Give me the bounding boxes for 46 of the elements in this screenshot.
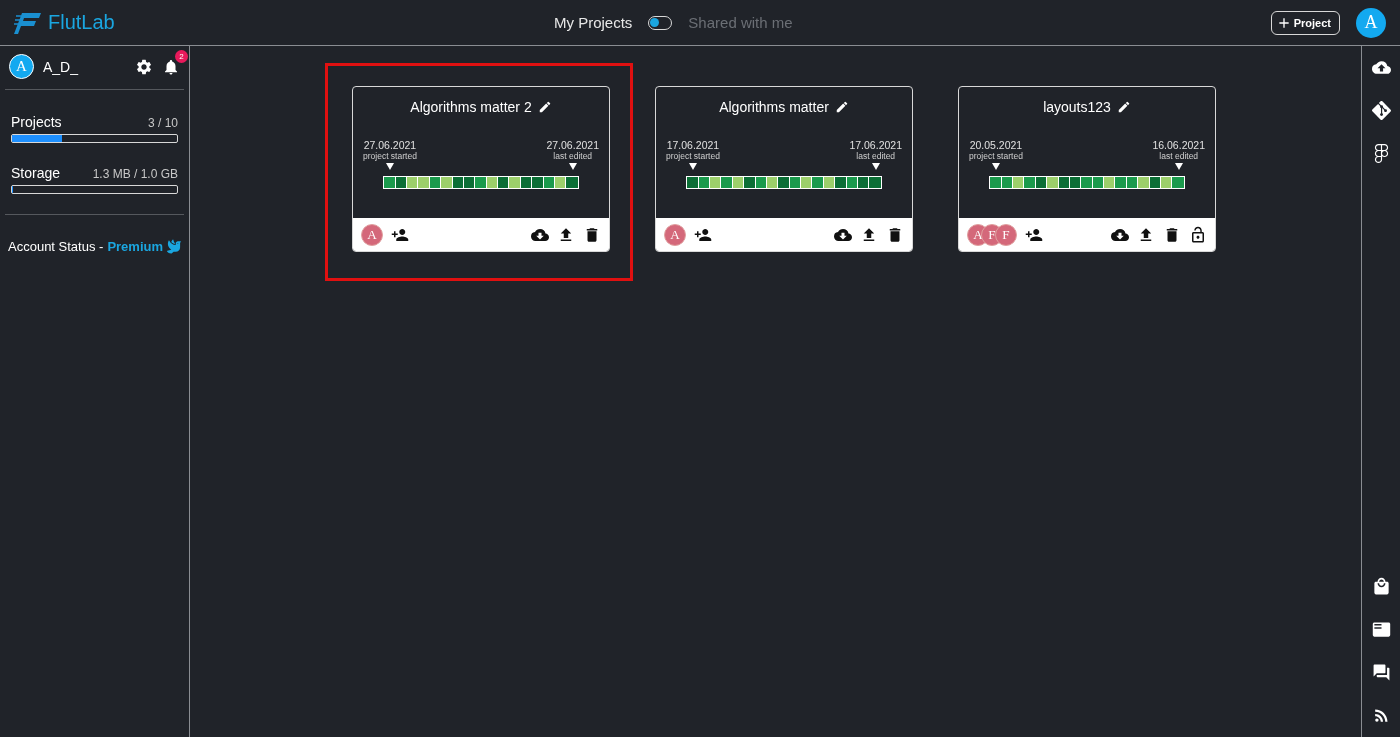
quota-value: 1.3 MB / 1.0 GB (92, 167, 178, 181)
collaborator-avatar: A (361, 223, 383, 246)
collaborator-avatar: F (995, 223, 1017, 246)
project-title: Algorithms matter 2 (410, 99, 532, 115)
marker-icon (568, 163, 577, 170)
start-date: 27.06.2021 (363, 139, 417, 151)
marker-icon (1174, 163, 1183, 170)
date-caption: project started (969, 151, 1023, 161)
view-tab[interactable]: My Projects (554, 14, 633, 31)
date-caption: project started (666, 151, 720, 161)
project-title: Algorithms matter (719, 99, 829, 115)
account-status-label: Account Status - (8, 239, 104, 254)
edit-icon[interactable] (537, 100, 552, 114)
bird-icon (167, 239, 181, 254)
start-date: 20.05.2021 (969, 139, 1023, 151)
start-date: 17.06.2021 (666, 139, 720, 151)
marker-icon (385, 163, 394, 170)
edit-date: 17.06.2021 (849, 139, 902, 151)
date-caption: project started (363, 151, 417, 161)
edit-date: 16.06.2021 (1152, 139, 1205, 151)
account-status-value: Premium (107, 239, 164, 254)
user-name: A_D_ (43, 58, 80, 75)
date-caption: last edited (1159, 151, 1199, 161)
marker-icon (871, 163, 880, 170)
logo-text: FlutLab (48, 11, 115, 34)
project-card[interactable]: layouts123 20.05.2021 project started 16.06.2021 last edited A F F (958, 86, 1216, 252)
quota-label: Storage (11, 165, 61, 181)
bell-icon[interactable] (162, 57, 180, 76)
unlocked-icon[interactable] (1189, 225, 1207, 244)
new-project-button[interactable]: Project (1270, 10, 1340, 35)
date-caption: last edited (856, 151, 896, 161)
edit-icon[interactable] (1116, 100, 1131, 114)
project-card[interactable]: Algorithms matter 2 27.06.2021 project started 27.06.2021 last edited A (352, 86, 610, 252)
quota-label: Projects (11, 114, 62, 130)
project-card[interactable]: Algorithms matter 17.06.2021 project started 17.06.2021 last edited A (655, 86, 913, 252)
quota-value: 3 / 10 (147, 116, 178, 130)
settings-icon[interactable] (135, 57, 153, 76)
notification-count: 2 (175, 49, 188, 63)
project-title: layouts123 (1043, 99, 1111, 115)
edit-icon[interactable] (834, 100, 849, 114)
marker-icon (991, 163, 1000, 170)
date-caption: last edited (553, 151, 593, 161)
marker-icon (688, 163, 697, 170)
collaborator-avatar: A (664, 223, 686, 246)
edit-date: 27.06.2021 (546, 139, 599, 151)
flutlab-logo-icon (14, 10, 42, 35)
